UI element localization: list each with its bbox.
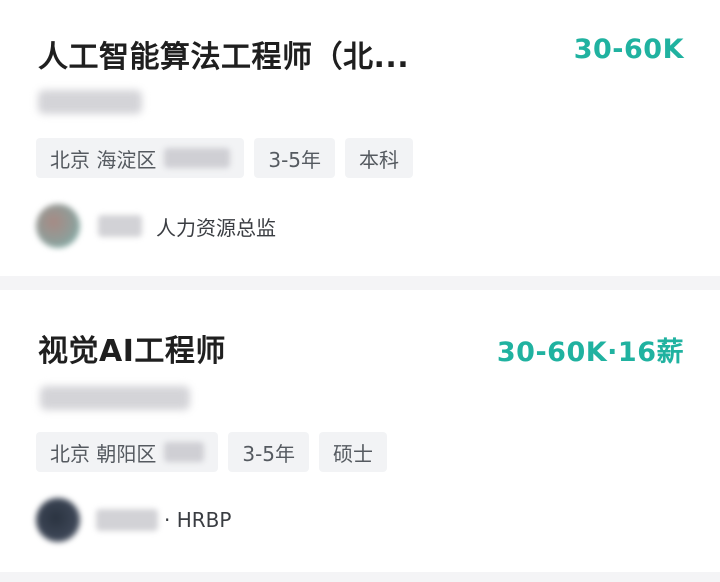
company-name-blurred bbox=[40, 386, 190, 410]
avatar bbox=[36, 204, 80, 248]
company-name-blurred bbox=[38, 90, 142, 114]
tag-experience: 3-5年 bbox=[228, 432, 310, 472]
recruiter-info: · HRBP bbox=[36, 498, 231, 542]
tag-location: 北京 海淀区 bbox=[36, 138, 245, 178]
job-salary: 30-60K bbox=[573, 34, 684, 65]
job-card[interactable]: 视觉AI工程师 30-60K·16薪 北京 朝阳区 3-5年 硕士 · HRBP bbox=[0, 290, 720, 572]
tag-experience-text: 3-5年 bbox=[268, 147, 322, 172]
recruiter-role: 人力资源总监 bbox=[156, 215, 276, 240]
tag-education: 硕士 bbox=[319, 432, 388, 472]
job-title[interactable]: 视觉AI工程师 bbox=[38, 326, 226, 370]
job-tags: 北京 海淀区 3-5年 本科 bbox=[36, 138, 414, 178]
job-card[interactable]: 人工智能算法工程师（北... 30-60K 北京 海淀区 3-5年 本科 人力资… bbox=[0, 0, 720, 276]
tag-location-text: 北京 海淀区 bbox=[50, 147, 157, 172]
recruiter-name-blurred bbox=[98, 215, 142, 237]
tag-education: 本科 bbox=[345, 138, 414, 178]
job-salary: 30-60K·16薪 bbox=[496, 337, 684, 368]
tag-education-text: 本科 bbox=[359, 147, 400, 172]
recruiter-name-blurred bbox=[96, 509, 158, 531]
job-title[interactable]: 人工智能算法工程师（北... bbox=[38, 32, 409, 76]
avatar bbox=[36, 498, 80, 542]
tag-education-text: 硕士 bbox=[333, 441, 374, 466]
tag-experience: 3-5年 bbox=[254, 138, 336, 178]
tag-location-text: 北京 朝阳区 bbox=[50, 441, 157, 466]
job-tags: 北京 朝阳区 3-5年 硕士 bbox=[36, 432, 388, 472]
tag-experience-text: 3-5年 bbox=[242, 441, 296, 466]
tag-location: 北京 朝阳区 bbox=[36, 432, 219, 472]
recruiter-role: · HRBP bbox=[164, 508, 232, 532]
tag-location-blurred bbox=[164, 442, 205, 462]
recruiter-info: 人力资源总监 bbox=[36, 204, 276, 248]
tag-location-blurred bbox=[164, 148, 231, 168]
job-list: 人工智能算法工程师（北... 30-60K 北京 海淀区 3-5年 本科 人力资… bbox=[0, 0, 720, 582]
